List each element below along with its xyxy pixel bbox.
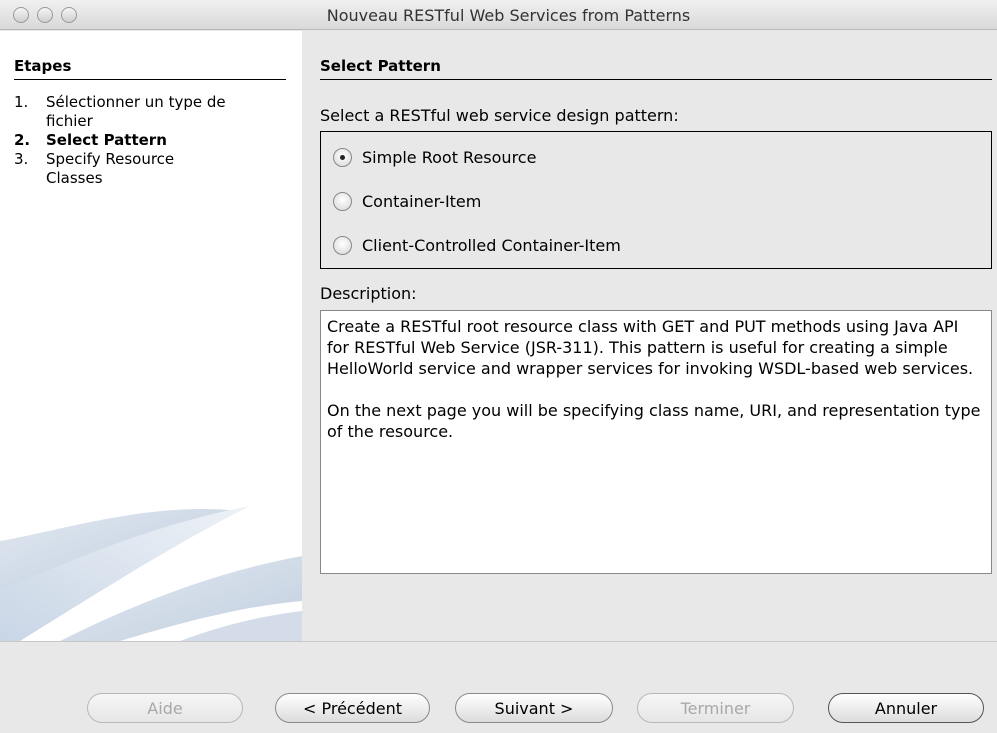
pattern-option-container-item[interactable]: Container-Item: [333, 189, 481, 213]
pattern-option-client-controlled[interactable]: Client-Controlled Container-Item: [333, 233, 621, 257]
panel-divider: [320, 79, 992, 80]
steps-divider: [14, 79, 286, 80]
step-label: Specify Resource Classes: [46, 150, 175, 187]
next-button[interactable]: Suivant >: [455, 693, 613, 723]
description-label: Description:: [320, 284, 417, 303]
steps-pane: Etapes 1. Sélectionner un type de fichie…: [0, 31, 302, 641]
swoosh-decoration-icon: [0, 506, 302, 641]
pattern-radio-group: Simple Root Resource Container-Item Clie…: [320, 131, 992, 269]
step-item-current: 2. Select Pattern: [14, 131, 294, 150]
radio-label: Container-Item: [362, 191, 482, 211]
main-pane: Select Pattern Select a RESTful web serv…: [302, 31, 997, 641]
steps-header: Etapes: [14, 57, 72, 75]
step-label: Sélectionner un type de fichier: [46, 93, 226, 130]
step-item: 3. Specify Resource Classes: [14, 150, 294, 188]
button-bar: Aide < Précédent Suivant > Terminer Annu…: [0, 641, 997, 733]
title-bar: Nouveau RESTful Web Services from Patter…: [0, 0, 997, 30]
previous-button[interactable]: < Précédent: [275, 693, 430, 723]
description-text-area[interactable]: Create a RESTful root resource class wit…: [320, 310, 992, 574]
radio-unchecked-icon[interactable]: [333, 235, 352, 255]
pattern-option-simple-root[interactable]: Simple Root Resource: [333, 145, 536, 169]
description-paragraph: On the next page you will be specifying …: [327, 401, 981, 441]
radio-label: Client-Controlled Container-Item: [362, 235, 621, 255]
step-label: Select Pattern: [46, 131, 167, 149]
radio-label: Simple Root Resource: [362, 147, 537, 167]
step-number: 3.: [14, 150, 29, 168]
step-number: 1.: [14, 93, 29, 111]
help-button[interactable]: Aide: [87, 693, 243, 723]
radio-checked-icon[interactable]: [333, 147, 352, 167]
pattern-prompt: Select a RESTful web service design patt…: [320, 106, 679, 125]
description-paragraph: Create a RESTful root resource class wit…: [327, 317, 974, 378]
radio-unchecked-icon[interactable]: [333, 191, 352, 211]
window-title: Nouveau RESTful Web Services from Patter…: [326, 6, 691, 25]
cancel-button[interactable]: Annuler: [828, 693, 984, 723]
step-item: 1. Sélectionner un type de fichier: [14, 93, 294, 131]
steps-list: 1. Sélectionner un type de fichier 2. Se…: [14, 93, 294, 188]
step-number: 2.: [14, 131, 31, 149]
finish-button[interactable]: Terminer: [637, 693, 794, 723]
panel-title: Select Pattern: [320, 57, 441, 75]
